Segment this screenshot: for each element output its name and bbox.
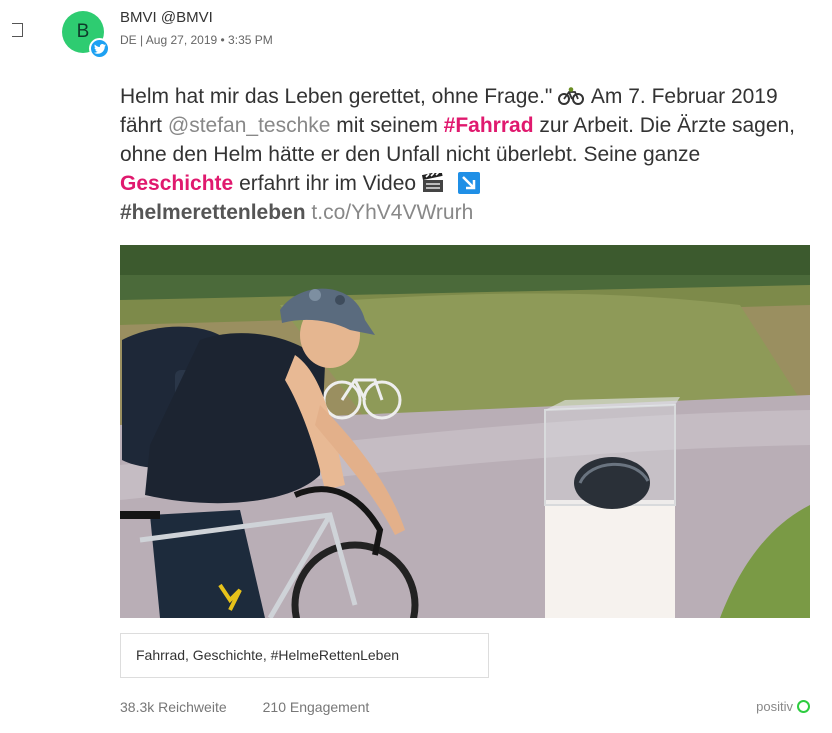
sentiment-dot-icon — [797, 700, 810, 713]
hashtag-fahrrad[interactable]: #Fahrrad — [444, 114, 534, 137]
sentiment-indicator[interactable]: positiv — [756, 699, 810, 714]
hashtag-helmerettenleben[interactable]: #helmerettenleben — [120, 201, 306, 224]
video-thumbnail[interactable] — [120, 245, 810, 618]
clapper-board-emoji-icon — [421, 173, 443, 192]
sentiment-label: positiv — [756, 699, 793, 714]
reach-stat: 38.3k Reichweite — [120, 699, 227, 715]
tweet-text: Helm hat mir das Leben gerettet, ohne Fr… — [120, 82, 800, 227]
mention-link[interactable]: @stefan_teschke — [168, 114, 331, 137]
tags-box: Fahrrad, Geschichte, #HelmeRettenLeben — [120, 633, 489, 678]
select-checkbox-icon[interactable] — [12, 23, 23, 37]
twitter-icon — [89, 38, 110, 59]
tags-text: Fahrrad, Geschichte, #HelmeRettenLeben — [136, 647, 400, 663]
cyclist-emoji-icon — [558, 87, 585, 105]
author-name[interactable]: BMVI @BMVI — [120, 9, 213, 26]
engagement-stat: 210 Engagement — [262, 699, 370, 715]
arrow-down-right-emoji-icon — [457, 172, 480, 194]
video-scene-image — [120, 245, 810, 618]
tweet-text-part: erfahrt ihr im Video — [239, 172, 417, 195]
tweet-text-part: mit seinem — [336, 114, 438, 137]
post-meta: DE | Aug 27, 2019 • 3:35 PM — [120, 33, 273, 47]
avatar-letter: B — [76, 21, 90, 42]
post-stats: 38.3k Reichweite 210 Engagement — [120, 699, 369, 715]
keyword-geschichte: Geschichte — [120, 172, 234, 195]
tweet-text-part: Helm hat mir das Leben gerettet, ohne Fr… — [120, 85, 553, 108]
short-link[interactable]: t.co/YhV4VWrurh — [311, 201, 473, 224]
